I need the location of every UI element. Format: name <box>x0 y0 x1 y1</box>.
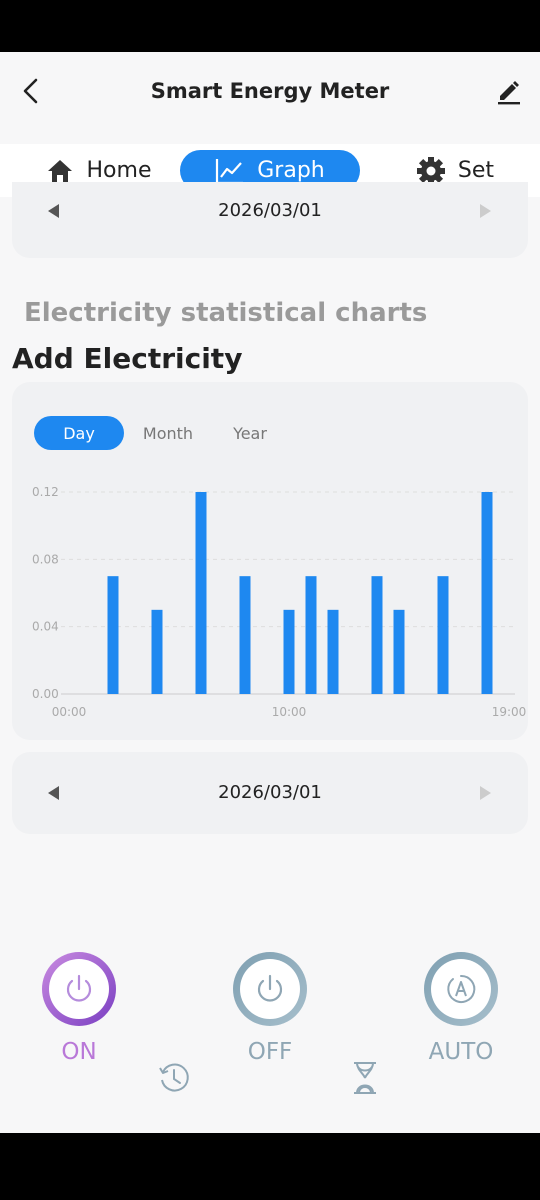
chart-bar <box>371 576 383 694</box>
on-label: ON <box>61 1039 97 1065</box>
period-tab-year[interactable]: Year <box>220 416 280 450</box>
chart-bar <box>107 576 119 694</box>
chart-bar <box>283 609 295 694</box>
power-icon <box>257 974 283 1002</box>
electricity-bar-chart: 0.00 0.04 0.08 0.12 00:00 10:00 19:00 <box>32 485 527 719</box>
period-tab-month[interactable]: Month <box>130 416 206 450</box>
chart-bar <box>393 609 405 694</box>
system-nav-bar <box>0 1133 540 1200</box>
edit-button[interactable] <box>492 74 526 108</box>
next-date-button[interactable] <box>480 204 491 218</box>
chart-bar <box>327 609 339 694</box>
date-selector-top: 2026/03/01 <box>12 182 528 258</box>
countdown-button[interactable] <box>345 1058 385 1098</box>
tab-graph-label: Graph <box>257 158 325 183</box>
date-selector-bottom: 2026/03/01 <box>12 752 528 834</box>
auto-icon <box>447 974 476 1003</box>
section-subtitle: Add Electricity <box>12 342 243 375</box>
chart-bar <box>437 576 449 694</box>
date-label-bottom: 2026/03/01 <box>218 782 322 803</box>
app-screen: Smart Energy Meter Home Graph Set 2026/0… <box>0 52 540 1133</box>
graph-icon <box>215 156 245 186</box>
y-tick-label: 0.08 <box>32 552 59 566</box>
chart-bar <box>239 576 251 694</box>
gear-icon <box>416 156 446 186</box>
y-tick-label: 0.00 <box>32 687 59 701</box>
x-tick-label: 10:00 <box>272 705 307 719</box>
tab-home-label: Home <box>86 158 152 183</box>
schedule-button[interactable] <box>154 1058 194 1098</box>
off-label: OFF <box>247 1039 293 1065</box>
x-tick-label: 19:00 <box>492 705 527 719</box>
y-tick-label: 0.04 <box>32 620 59 634</box>
next-date-button-bottom[interactable] <box>480 786 491 800</box>
pencil-icon <box>498 81 520 105</box>
page-title: Smart Energy Meter <box>150 79 390 103</box>
power-icon <box>66 974 92 1002</box>
section-title: Electricity statistical charts <box>24 298 428 328</box>
auto-button[interactable] <box>424 952 498 1026</box>
period-tab-day[interactable]: Day <box>34 416 124 450</box>
clock-history-icon <box>159 1063 189 1092</box>
on-button[interactable] <box>42 952 116 1026</box>
hourglass-icon <box>354 1062 376 1094</box>
chart-card: Day Month Year 0.00 0.04 0.08 0.12 00:00 10:0… <box>12 382 528 740</box>
y-tick-label: 0.12 <box>32 485 59 499</box>
off-button[interactable] <box>233 952 307 1026</box>
x-tick-label: 00:00 <box>52 705 87 719</box>
chart-bar <box>151 609 163 694</box>
tab-set-label: Set <box>457 158 495 183</box>
header: Smart Energy Meter <box>0 52 540 144</box>
chart-bar <box>195 492 207 694</box>
home-icon <box>45 156 75 186</box>
auto-label: AUTO <box>428 1039 494 1065</box>
chart-bar <box>305 576 317 694</box>
date-label-top: 2026/03/01 <box>218 200 322 221</box>
period-tabs: Day Month Year <box>34 416 294 450</box>
chart-bar <box>481 492 493 694</box>
